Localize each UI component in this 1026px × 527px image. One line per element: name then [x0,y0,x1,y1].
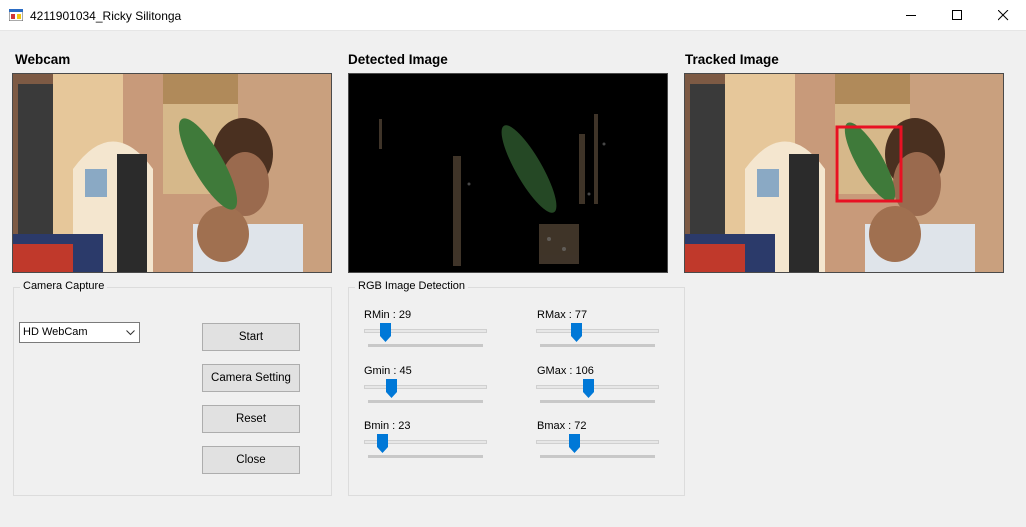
gmin-ticks [368,400,483,403]
start-button[interactable]: Start [202,323,300,351]
camera-capture-legend: Camera Capture [20,280,108,292]
bmin-label: Bmin : 23 [364,420,411,432]
gmax-ticks [540,400,655,403]
app-icon [9,9,23,21]
camera-device-select[interactable]: HD WebCam [19,322,140,343]
gmax-thumb[interactable] [583,379,595,398]
bmax-label: Bmax : 72 [537,420,587,432]
tracked-image-picture [684,73,1004,273]
rgb-detection-legend: RGB Image Detection [355,280,468,292]
rmin-ticks [368,344,483,347]
detected-image-title: Detected Image [348,52,448,67]
gmax-label: GMax : 106 [537,365,594,377]
bmax-slider[interactable] [536,434,659,460]
webcam-title: Webcam [15,52,71,67]
webcam-picture [12,73,332,273]
bmin-thumb[interactable] [377,434,389,453]
gmax-slider[interactable] [536,379,659,405]
chevron-down-icon [126,330,135,336]
rmax-thumb[interactable] [571,323,583,342]
camera-device-value: HD WebCam [23,326,88,338]
tracked-image-title: Tracked Image [685,52,779,67]
gmin-track [364,385,487,389]
rmin-label: RMin : 29 [364,309,412,321]
detected-image-picture [348,73,668,273]
reset-button[interactable]: Reset [202,405,300,433]
title-bar: 4211901034_Ricky Silitonga [0,0,1026,31]
bmax-thumb[interactable] [569,434,581,453]
close-button[interactable]: Close [202,446,300,474]
camera-setting-button[interactable]: Camera Setting [202,364,300,392]
bmax-track [536,440,659,444]
rmin-slider[interactable] [364,323,487,349]
gmin-slider[interactable] [364,379,487,405]
minimize-button[interactable] [888,0,934,31]
gmin-thumb[interactable] [386,379,398,398]
rmax-ticks [540,344,655,347]
bmin-ticks [368,455,483,458]
close-window-button[interactable] [980,0,1026,31]
window-title: 4211901034_Ricky Silitonga [30,9,182,23]
bmin-slider[interactable] [364,434,487,460]
close-icon [998,10,1009,21]
rmax-label: RMax : 77 [537,309,588,321]
bmax-ticks [540,455,655,458]
rmin-thumb[interactable] [379,323,391,342]
gmin-label: Gmin : 45 [364,365,412,377]
rmax-track [536,329,659,333]
maximize-button[interactable] [934,0,980,31]
maximize-icon [952,10,962,20]
rmax-slider[interactable] [536,323,659,349]
minimize-icon [906,15,916,16]
gmax-track [536,385,659,389]
